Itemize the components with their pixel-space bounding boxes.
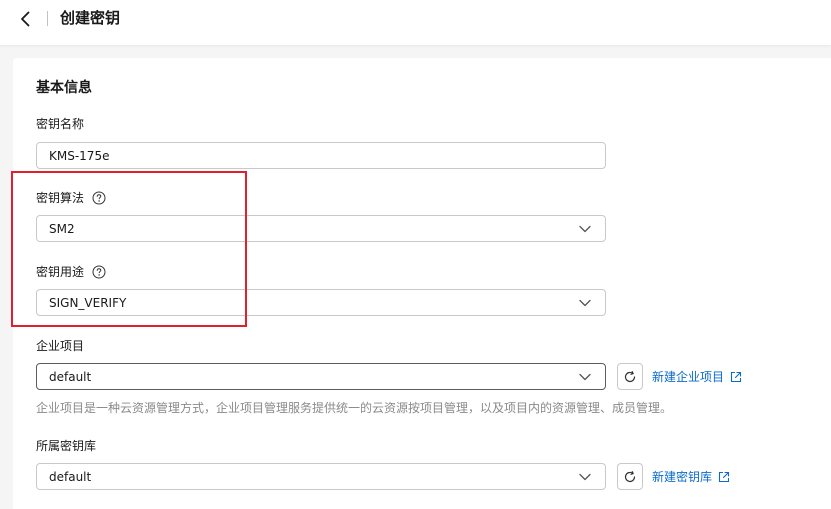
keystore-label-text: 所属密钥库 <box>36 439 97 453</box>
back-button[interactable] <box>16 9 34 29</box>
enterprise-project-select[interactable]: default <box>36 363 606 390</box>
chevron-down-icon <box>579 299 591 307</box>
chevron-down-icon <box>579 225 591 233</box>
create-keystore-link[interactable]: 新建密钥库 <box>652 468 730 486</box>
create-keystore-link-text: 新建密钥库 <box>652 470 713 484</box>
keystore-selected-value: default <box>49 469 92 484</box>
key-usage-label-text: 密钥用途 <box>36 265 85 279</box>
form-card <box>13 58 831 509</box>
key-name-input[interactable] <box>36 142 606 169</box>
refresh-enterprise-project-button[interactable] <box>617 363 643 390</box>
refresh-icon <box>624 470 636 482</box>
key-algorithm-select[interactable]: SM2 <box>36 215 606 242</box>
chevron-down-icon <box>579 373 591 381</box>
key-name-label: 密钥名称 <box>36 115 84 133</box>
page-title: 创建密钥 <box>60 9 121 27</box>
external-link-icon <box>718 471 730 483</box>
external-link-icon <box>730 371 742 383</box>
key-algorithm-label: 密钥算法 <box>36 189 106 207</box>
key-algorithm-label-text: 密钥算法 <box>36 191 85 205</box>
chevron-down-icon <box>579 473 591 481</box>
key-name-label-text: 密钥名称 <box>36 117 85 131</box>
refresh-icon <box>624 370 636 382</box>
help-icon[interactable] <box>92 265 106 279</box>
enterprise-project-label-text: 企业项目 <box>36 339 85 353</box>
create-enterprise-project-link-text: 新建企业项目 <box>652 370 725 384</box>
create-enterprise-project-link[interactable]: 新建企业项目 <box>652 368 742 386</box>
key-usage-label: 密钥用途 <box>36 263 106 281</box>
key-name-input-field[interactable] <box>49 148 605 163</box>
chevron-left-icon <box>21 11 30 27</box>
keystore-select[interactable]: default <box>36 463 606 490</box>
enterprise-project-label: 企业项目 <box>36 337 84 355</box>
key-algorithm-selected-value: SM2 <box>49 221 75 236</box>
top-bar: 创建密钥 <box>0 0 831 45</box>
refresh-keystore-button[interactable] <box>617 463 643 490</box>
help-icon[interactable] <box>92 191 106 205</box>
enterprise-project-hint: 企业项目是一种云资源管理方式，企业项目管理服务提供统一的云资源按项目管理，以及项… <box>36 401 673 415</box>
key-usage-selected-value: SIGN_VERIFY <box>49 295 127 310</box>
enterprise-project-selected-value: default <box>49 369 92 384</box>
title-divider <box>47 11 48 26</box>
section-title-basic-info: 基本信息 <box>36 80 92 96</box>
key-usage-select[interactable]: SIGN_VERIFY <box>36 289 606 316</box>
keystore-label: 所属密钥库 <box>36 437 96 455</box>
